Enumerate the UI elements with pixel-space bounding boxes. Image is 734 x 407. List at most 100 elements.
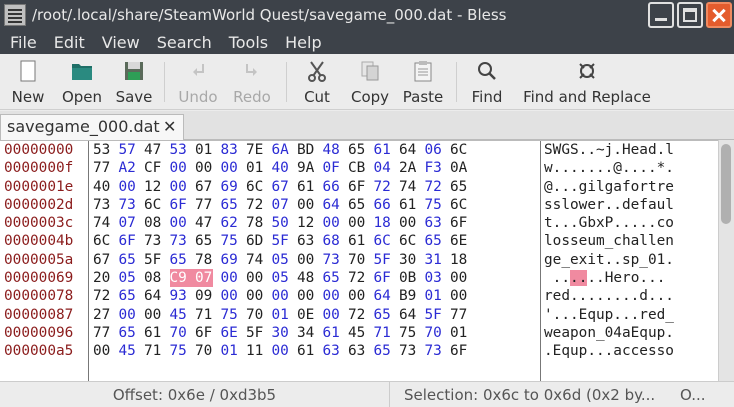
hex-byte[interactable]: 06 bbox=[425, 141, 443, 159]
hex-byte[interactable]: 65 bbox=[119, 324, 137, 342]
hex-row[interactable]: 72 65 64 93 09 00 00 00 00 00 00 64 B9 01 00 bbox=[89, 287, 540, 305]
hex-byte[interactable]: 6E bbox=[450, 232, 468, 250]
hex-byte[interactable]: 00 bbox=[119, 306, 137, 324]
hex-byte[interactable]: 65 bbox=[425, 232, 443, 250]
text-row[interactable]: t...GbxP.....co bbox=[541, 214, 718, 232]
hex-byte[interactable]: 74 bbox=[93, 214, 111, 232]
find-replace-button[interactable]: Find and Replace bbox=[516, 58, 658, 108]
hex-byte[interactable]: 70 bbox=[170, 324, 188, 342]
hex-byte[interactable]: 65 bbox=[323, 269, 341, 287]
text-row[interactable]: ......Hero... bbox=[541, 269, 718, 287]
hex-byte[interactable]: 05 bbox=[272, 251, 290, 269]
hex-byte[interactable]: 00 bbox=[323, 287, 341, 305]
new-button[interactable]: New bbox=[4, 58, 52, 108]
hex-byte[interactable]: 30 bbox=[399, 251, 417, 269]
hex-byte[interactable]: 83 bbox=[221, 141, 239, 159]
hex-byte[interactable]: 65 bbox=[195, 232, 213, 250]
vertical-scrollbar[interactable] bbox=[718, 140, 734, 381]
hex-byte[interactable]: 70 bbox=[195, 342, 213, 360]
hex-byte[interactable]: 72 bbox=[93, 287, 111, 305]
hex-byte[interactable]: 63 bbox=[297, 232, 315, 250]
paste-button[interactable]: Paste bbox=[398, 58, 448, 108]
hex-row[interactable]: 67 65 5F 65 78 69 74 05 00 73 70 5F 30 31 18 bbox=[89, 251, 540, 269]
hex-byte[interactable]: 64 bbox=[323, 196, 341, 214]
hex-byte[interactable]: 18 bbox=[450, 251, 468, 269]
hex-byte[interactable]: 75 bbox=[399, 324, 417, 342]
copy-button[interactable]: Copy bbox=[344, 58, 396, 108]
hex-byte[interactable]: 93 bbox=[170, 287, 188, 305]
hex-byte[interactable]: 00 bbox=[170, 178, 188, 196]
hex-byte[interactable]: 50 bbox=[272, 214, 290, 232]
hex-byte[interactable]: 64 bbox=[399, 306, 417, 324]
hex-byte[interactable]: 5F bbox=[272, 232, 290, 250]
hex-byte[interactable]: 00 bbox=[348, 287, 366, 305]
hex-byte[interactable]: 00 bbox=[93, 342, 111, 360]
hex-byte[interactable]: 6C bbox=[144, 196, 162, 214]
hex-byte[interactable]: 65 bbox=[348, 196, 366, 214]
text-row[interactable]: '...Equp...red_ bbox=[541, 306, 718, 324]
hex-byte[interactable]: 01 bbox=[221, 342, 239, 360]
hex-byte[interactable]: 48 bbox=[323, 141, 341, 159]
hex-byte[interactable]: 5F bbox=[425, 306, 443, 324]
hex-byte[interactable]: 77 bbox=[450, 306, 468, 324]
hex-byte[interactable]: 71 bbox=[144, 342, 162, 360]
hex-byte[interactable]: 03 bbox=[425, 269, 443, 287]
hex-byte[interactable]: 73 bbox=[144, 232, 162, 250]
hex-byte[interactable]: B9 bbox=[399, 287, 417, 305]
minimize-button[interactable] bbox=[648, 2, 674, 28]
scrollbar-thumb[interactable] bbox=[721, 144, 731, 224]
hex-row[interactable]: 40 00 12 00 67 69 6C 67 61 66 6F 72 74 72 65 bbox=[89, 178, 540, 196]
redo-button[interactable]: Redo bbox=[226, 58, 278, 108]
hex-byte[interactable]: 70 bbox=[348, 251, 366, 269]
hex-byte[interactable]: 08 bbox=[144, 214, 162, 232]
menu-help[interactable]: Help bbox=[275, 33, 328, 52]
save-button[interactable]: Save bbox=[110, 58, 158, 108]
hex-byte[interactable]: 63 bbox=[348, 342, 366, 360]
hex-byte[interactable]: 27 bbox=[93, 306, 111, 324]
hex-byte[interactable]: 61 bbox=[323, 324, 341, 342]
hex-byte[interactable]: 05 bbox=[272, 269, 290, 287]
hex-byte[interactable]: 47 bbox=[144, 141, 162, 159]
hex-byte[interactable]: 00 bbox=[246, 287, 264, 305]
hex-byte[interactable]: 64 bbox=[399, 141, 417, 159]
close-button[interactable] bbox=[706, 2, 732, 28]
hex-byte[interactable]: 00 bbox=[348, 214, 366, 232]
text-row[interactable]: sslower..defaul bbox=[541, 196, 718, 214]
hex-byte[interactable]: 67 bbox=[272, 178, 290, 196]
hex-byte[interactable]: 75 bbox=[221, 306, 239, 324]
hex-byte[interactable]: 67 bbox=[93, 251, 111, 269]
hex-byte[interactable]: 0E bbox=[297, 306, 315, 324]
hex-byte[interactable]: 6C bbox=[374, 232, 392, 250]
hex-byte[interactable]: 70 bbox=[425, 324, 443, 342]
menu-view[interactable]: View bbox=[92, 33, 147, 52]
hex-byte[interactable]: 6F bbox=[374, 269, 392, 287]
hex-byte[interactable]: 63 bbox=[425, 214, 443, 232]
hex-byte[interactable]: 6A bbox=[272, 141, 290, 159]
hex-byte[interactable]: 65 bbox=[348, 141, 366, 159]
hex-byte[interactable]: 08 bbox=[144, 269, 162, 287]
hex-byte[interactable]: 65 bbox=[221, 196, 239, 214]
hex-byte[interactable]: 45 bbox=[119, 342, 137, 360]
text-char[interactable]: . bbox=[648, 270, 657, 286]
text-column[interactable]: SWGS..~j.Head.l w.......@....*. @...gilgaf… bbox=[540, 141, 718, 381]
hex-byte[interactable]: 78 bbox=[195, 251, 213, 269]
hex-byte[interactable]: CF bbox=[144, 159, 162, 177]
hex-byte[interactable]: 12 bbox=[144, 178, 162, 196]
text-char[interactable] bbox=[544, 270, 553, 286]
hex-byte[interactable]: 00 bbox=[170, 214, 188, 232]
hex-byte[interactable]: 53 bbox=[170, 141, 188, 159]
hex-byte[interactable]: 73 bbox=[323, 251, 341, 269]
hex-byte[interactable]: 65 bbox=[450, 178, 468, 196]
hex-row[interactable]: 20 05 08 C9 07 00 00 05 48 65 72 6F 0B 03 00 bbox=[89, 269, 540, 288]
hex-byte[interactable]: 71 bbox=[195, 306, 213, 324]
hex-byte[interactable]: 04 bbox=[374, 159, 392, 177]
hex-byte[interactable]: 01 bbox=[272, 306, 290, 324]
hex-byte[interactable]: 30 bbox=[272, 324, 290, 342]
hex-byte[interactable]: 53 bbox=[93, 141, 111, 159]
hex-byte[interactable]: 75 bbox=[221, 232, 239, 250]
hex-byte[interactable]: 69 bbox=[221, 178, 239, 196]
hex-byte[interactable]: CB bbox=[348, 159, 366, 177]
hex-byte[interactable]: 0A bbox=[450, 159, 468, 177]
menu-tools[interactable]: Tools bbox=[219, 33, 275, 52]
close-tab-icon[interactable]: ✕ bbox=[163, 118, 177, 136]
